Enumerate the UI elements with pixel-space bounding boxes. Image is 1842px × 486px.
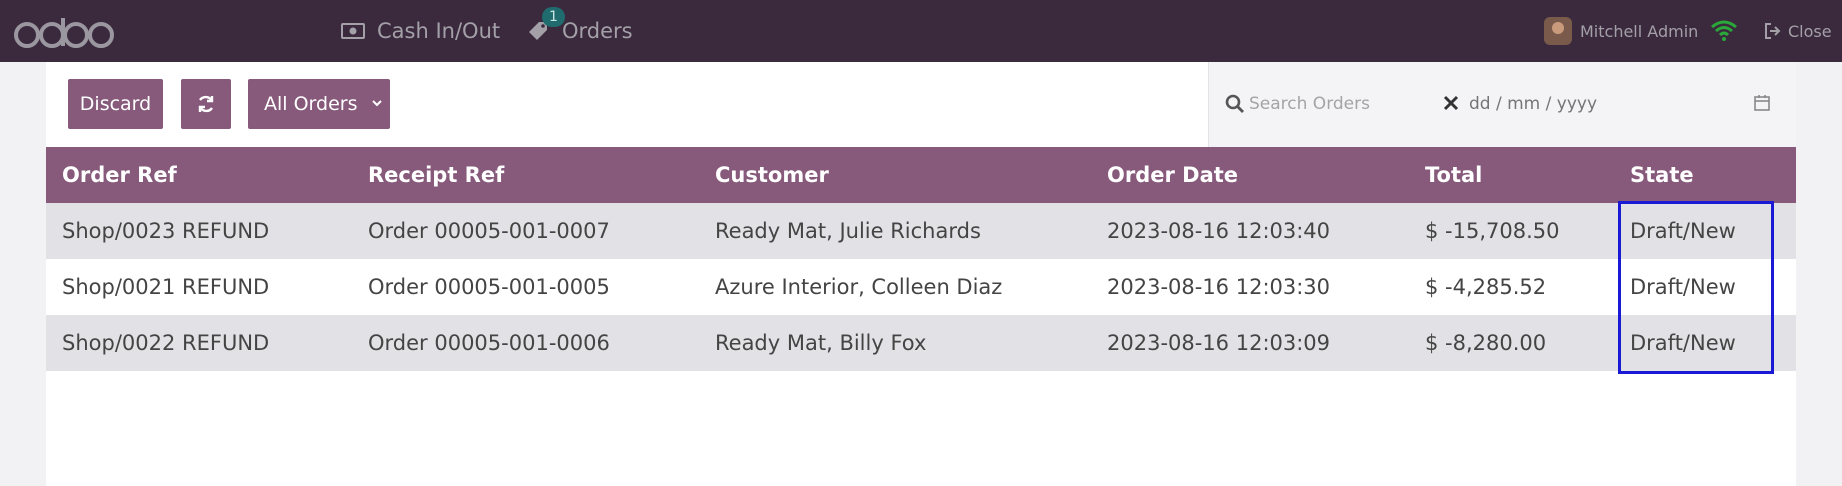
chevron-down-icon [372, 100, 382, 107]
refresh-icon [198, 95, 214, 113]
table-header: Order Ref Receipt Ref Customer Order Dat… [46, 147, 1796, 203]
state-cell: Draft/New [1630, 331, 1736, 355]
search-panel [1208, 62, 1796, 147]
close-icon[interactable] [1443, 95, 1459, 111]
column-header-order-date: Order Date [1107, 163, 1239, 187]
column-header-total: Total [1425, 163, 1483, 187]
order-date-cell: 2023-08-16 12:03:09 [1107, 331, 1331, 355]
sign-out-icon [1765, 23, 1781, 39]
avatar [1544, 17, 1572, 45]
order-ref-cell: Shop/0021 REFUND [62, 275, 270, 299]
total-cell: $ -8,280.00 [1425, 331, 1547, 355]
receipt-ref-cell: Order 00005-001-0006 [368, 331, 610, 355]
column-header-receipt-ref: Receipt Ref [368, 163, 505, 187]
cash-icon [341, 19, 365, 43]
nav-cash-label: Cash In/Out [377, 19, 501, 43]
nav-orders-label: Orders [562, 19, 633, 43]
wifi-icon [1711, 20, 1737, 41]
nav-cash-in-out[interactable]: Cash In/Out [341, 0, 500, 62]
state-cell: Draft/New [1630, 219, 1736, 243]
customer-cell: Ready Mat, Billy Fox [715, 331, 927, 355]
order-date-cell: 2023-08-16 12:03:40 [1107, 219, 1331, 243]
column-header-order-ref: Order Ref [62, 163, 177, 187]
user-name: Mitchell Admin [1580, 21, 1699, 41]
customer-cell: Azure Interior, Colleen Diaz [715, 275, 1003, 299]
order-date-cell: 2023-08-16 12:03:30 [1107, 275, 1331, 299]
order-ref-cell: Shop/0023 REFUND [62, 219, 270, 243]
orders-count-badge: 1 [542, 7, 565, 27]
nav-orders[interactable]: 1 Orders [526, 0, 633, 62]
receipt-ref-cell: Order 00005-001-0005 [368, 275, 610, 299]
calendar-icon[interactable] [1753, 94, 1771, 112]
user-menu[interactable]: Mitchell Admin [1544, 0, 1698, 62]
column-header-state: State [1630, 163, 1694, 187]
orders-table: Order Ref Receipt Ref Customer Order Dat… [46, 147, 1796, 486]
discard-button[interactable]: Discard [68, 79, 163, 129]
date-field[interactable] [1469, 86, 1689, 122]
close-button[interactable]: Close [1764, 0, 1832, 62]
receipt-ref-cell: Order 00005-001-0007 [368, 219, 610, 243]
table-row[interactable]: Shop/0022 REFUND Order 00005-001-0006 Re… [46, 315, 1796, 371]
odoo-logo [14, 18, 114, 48]
search-input[interactable] [1249, 86, 1429, 122]
column-header-customer: Customer [715, 163, 829, 187]
total-cell: $ -4,285.52 [1425, 275, 1547, 299]
order-filter-select[interactable]: All Orders [248, 79, 390, 129]
order-filter-label: All Orders [264, 93, 358, 115]
order-ref-cell: Shop/0022 REFUND [62, 331, 270, 355]
total-cell: $ -15,708.50 [1425, 219, 1560, 243]
search-icon [1225, 94, 1244, 113]
close-label: Close [1788, 21, 1832, 41]
state-cell: Draft/New [1630, 275, 1736, 299]
table-row[interactable]: Shop/0021 REFUND Order 00005-001-0005 Az… [46, 259, 1796, 315]
top-navbar: Cash In/Out 1 Orders Mitchell Admin Clos… [0, 0, 1842, 62]
table-row[interactable]: Shop/0023 REFUND Order 00005-001-0007 Re… [46, 203, 1796, 259]
customer-cell: Ready Mat, Julie Richards [715, 219, 981, 243]
tag-icon: 1 [526, 7, 565, 43]
refresh-button[interactable] [181, 79, 231, 129]
